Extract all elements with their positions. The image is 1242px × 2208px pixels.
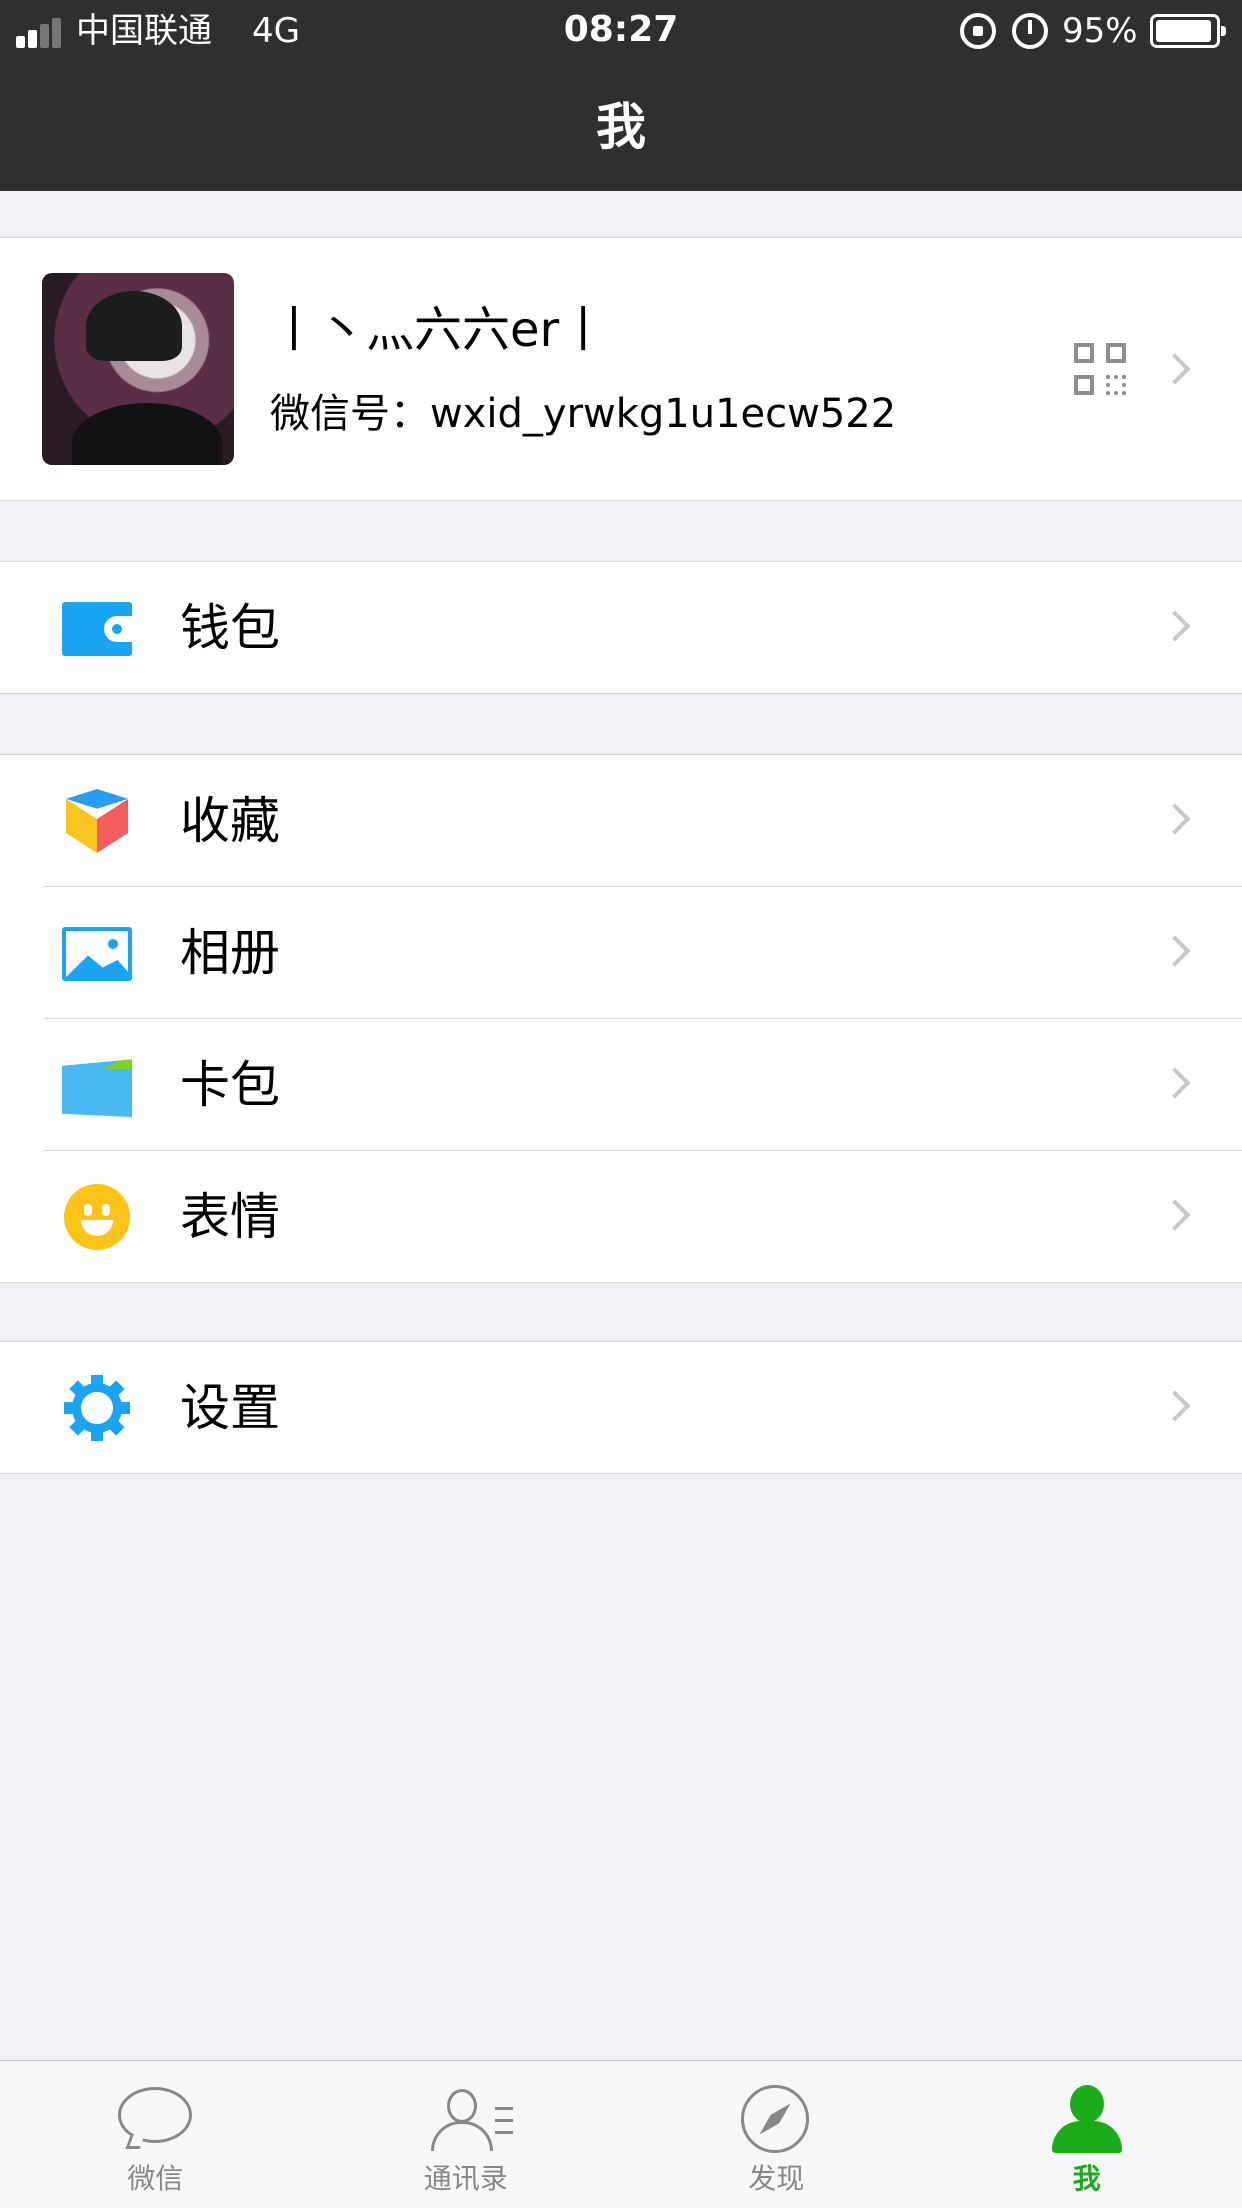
chevron-right-icon bbox=[1159, 935, 1191, 967]
tab-chats[interactable]: 微信 bbox=[0, 2061, 311, 2208]
menu-item-label: 收藏 bbox=[180, 792, 280, 850]
settings-group: 设置 bbox=[0, 1341, 1242, 1474]
profile-wechat-id: 微信号：wxid_yrwkg1u1ecw522 bbox=[270, 386, 896, 442]
menu-item-cards[interactable]: 卡包 bbox=[0, 1019, 1242, 1150]
menu-item-label: 表情 bbox=[180, 1188, 280, 1246]
menu-item-album[interactable]: 相册 bbox=[0, 887, 1242, 1018]
wallet-group: 钱包 bbox=[0, 561, 1242, 694]
chat-icon bbox=[118, 2085, 193, 2153]
menu-item-favorites[interactable]: 收藏 bbox=[0, 755, 1242, 886]
tab-me[interactable]: 我 bbox=[932, 2061, 1242, 2208]
photo-icon bbox=[62, 927, 132, 981]
wechat-id-label: 微信号： bbox=[270, 391, 430, 437]
menu-item-label: 卡包 bbox=[180, 1056, 280, 1114]
wallet-icon bbox=[62, 602, 132, 656]
me-icon bbox=[1050, 2085, 1124, 2153]
chevron-right-icon bbox=[1159, 353, 1191, 385]
battery-icon bbox=[1150, 14, 1226, 48]
page-title: 我 bbox=[596, 98, 646, 156]
card-icon bbox=[62, 1059, 132, 1117]
avatar[interactable] bbox=[42, 273, 234, 465]
tab-label: 微信 bbox=[127, 2162, 184, 2195]
tab-label: 我 bbox=[1072, 2162, 1101, 2195]
alarm-icon bbox=[1012, 13, 1048, 49]
menu-item-stickers[interactable]: 表情 bbox=[0, 1151, 1242, 1282]
cube-icon bbox=[66, 789, 128, 853]
features-group: 收藏 相册 卡包 表情 bbox=[0, 754, 1242, 1283]
status-bar: 中国联通 4G 08:27 95% bbox=[0, 0, 1242, 62]
rotation-lock-icon bbox=[960, 13, 996, 49]
profile-nickname: 丨丶灬六六er丨 bbox=[270, 302, 608, 358]
menu-item-label: 相册 bbox=[180, 924, 280, 982]
tab-label: 发现 bbox=[748, 2162, 805, 2195]
top-bar: 中国联通 4G 08:27 95% 我 bbox=[0, 0, 1242, 191]
chevron-right-icon bbox=[1159, 803, 1191, 835]
qr-code-icon[interactable] bbox=[1074, 343, 1126, 395]
smile-icon bbox=[64, 1184, 130, 1250]
wechat-id-value: wxid_yrwkg1u1ecw522 bbox=[430, 391, 897, 437]
battery-percentage: 95% bbox=[1062, 11, 1138, 51]
menu-item-label: 设置 bbox=[180, 1379, 280, 1437]
tab-contacts[interactable]: 通讯录 bbox=[311, 2061, 622, 2208]
compass-icon bbox=[739, 2085, 813, 2153]
status-time: 08:27 bbox=[563, 9, 679, 50]
chevron-right-icon bbox=[1159, 1067, 1191, 1099]
tab-bar: 微信 通讯录 发现 我 bbox=[0, 2060, 1242, 2208]
profile-card[interactable]: 丨丶灬六六er丨 微信号：wxid_yrwkg1u1ecw522 bbox=[0, 237, 1242, 501]
menu-item-label: 钱包 bbox=[180, 599, 280, 657]
contacts-icon bbox=[429, 2085, 513, 2153]
gear-icon bbox=[64, 1375, 130, 1441]
menu-item-wallet[interactable]: 钱包 bbox=[0, 562, 1242, 693]
tab-label: 通讯录 bbox=[423, 2162, 508, 2195]
battery-level-fill bbox=[1156, 20, 1212, 42]
chevron-right-icon bbox=[1159, 610, 1191, 642]
chevron-right-icon bbox=[1159, 1390, 1191, 1422]
menu-item-settings[interactable]: 设置 bbox=[0, 1342, 1242, 1473]
tab-discover[interactable]: 发现 bbox=[621, 2061, 932, 2208]
chevron-right-icon bbox=[1159, 1199, 1191, 1231]
